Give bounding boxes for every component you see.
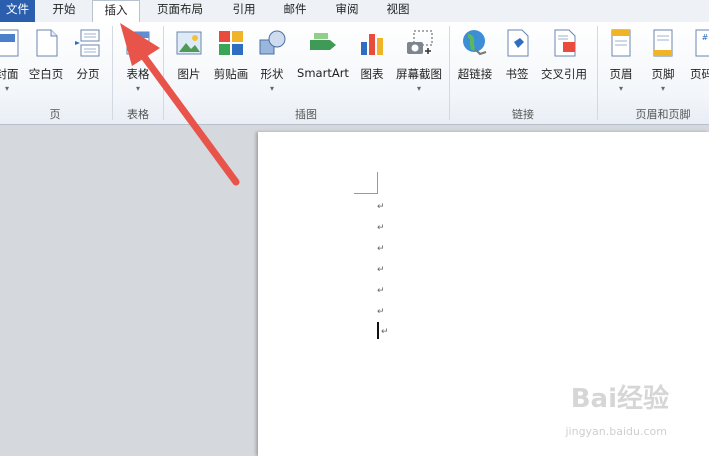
- picture-label: 图片: [177, 67, 201, 81]
- blank-page-button[interactable]: 空白页: [26, 26, 66, 96]
- group-label-header-footer: 页眉和页脚: [635, 108, 691, 121]
- chevron-down-icon: ▾: [4, 84, 9, 93]
- screenshot-icon: [407, 30, 433, 54]
- smartart-icon: [310, 33, 336, 50]
- table-label: 表格: [126, 67, 150, 81]
- shapes-label: 形状: [260, 67, 284, 81]
- tab-insert[interactable]: 插入: [92, 0, 140, 23]
- screenshot-label: 屏幕截图: [396, 67, 442, 81]
- chart-button[interactable]: 图表: [354, 26, 390, 96]
- blank-page-label: 空白页: [28, 67, 64, 81]
- tab-file[interactable]: 文件: [0, 0, 35, 22]
- footer-button[interactable]: 页脚 ▾: [646, 26, 680, 96]
- page-break-button[interactable]: 分页: [70, 26, 106, 96]
- margin-corner-mark: [354, 193, 378, 194]
- footer-icon: [653, 29, 673, 57]
- svg-text:#: #: [702, 33, 709, 42]
- paragraph-mark: ↵: [377, 244, 385, 254]
- tab-references[interactable]: 引用: [224, 0, 264, 22]
- ribbon-insert: 封面 ▾ 空白页 分页 页 表格 ▾ 表格 图片 剪贴画 形状 ▾ SmartA…: [0, 22, 709, 125]
- page-break-label: 分页: [76, 67, 100, 81]
- paragraph-mark: ↵: [377, 202, 385, 212]
- group-label-illustrations: 插图: [295, 108, 317, 121]
- group-label-links: 链接: [512, 108, 534, 121]
- clip-art-label: 剪贴画: [213, 67, 249, 81]
- margin-corner-mark: [377, 172, 378, 194]
- paragraph-mark: ↵: [381, 327, 389, 337]
- group-separator: [112, 26, 113, 120]
- tab-home[interactable]: 开始: [44, 0, 84, 22]
- chevron-down-icon: ▾: [618, 84, 623, 93]
- cover-page-label: 封面: [0, 67, 19, 81]
- watermark-url: jingyan.baidu.com: [565, 425, 667, 438]
- smartart-label: SmartArt: [297, 66, 349, 80]
- tab-mailings[interactable]: 邮件: [275, 0, 315, 22]
- table-icon: [126, 31, 150, 55]
- hyperlink-button[interactable]: 超链接: [454, 26, 496, 96]
- paragraph-mark: ↵: [377, 265, 385, 275]
- bookmark-label: 书签: [505, 67, 529, 81]
- chevron-down-icon: ▾: [416, 84, 421, 93]
- cover-page-icon: [0, 29, 19, 57]
- header-icon: [611, 29, 631, 57]
- page-number-label: 页码: [690, 67, 709, 81]
- watermark-brand: Bai经验: [570, 384, 669, 414]
- page-number-icon: #: [695, 29, 709, 57]
- footer-label: 页脚: [651, 67, 675, 81]
- group-label-pages: 页: [49, 108, 61, 121]
- chart-icon: [361, 34, 383, 55]
- screenshot-button[interactable]: 屏幕截图 ▾: [392, 26, 446, 96]
- chart-label: 图表: [360, 67, 384, 81]
- clip-art-button[interactable]: 剪贴画: [210, 26, 252, 96]
- shapes-icon: [259, 30, 286, 55]
- bookmark-icon: [507, 29, 529, 57]
- cross-reference-label: 交叉引用: [541, 67, 587, 81]
- page-number-button[interactable]: # 页码: [688, 26, 709, 96]
- group-label-tables: 表格: [127, 108, 149, 121]
- paragraph-mark: ↵: [377, 307, 385, 317]
- paragraph-mark: ↵: [377, 286, 385, 296]
- header-button[interactable]: 页眉 ▾: [604, 26, 638, 96]
- chevron-down-icon: ▾: [660, 84, 665, 93]
- cross-reference-button[interactable]: 交叉引用: [538, 26, 590, 96]
- shapes-button[interactable]: 形状 ▾: [254, 26, 290, 96]
- smartart-button[interactable]: SmartArt: [294, 26, 352, 96]
- picture-button[interactable]: 图片: [170, 26, 208, 96]
- tab-view[interactable]: 视图: [378, 0, 418, 22]
- chevron-down-icon: ▾: [269, 84, 274, 93]
- paragraph-mark: ↵: [377, 223, 385, 233]
- picture-icon: [176, 31, 202, 55]
- table-button[interactable]: 表格 ▾: [118, 26, 158, 96]
- bookmark-button[interactable]: 书签: [500, 26, 534, 96]
- clip-art-icon: [219, 31, 243, 55]
- blank-page-icon: [36, 29, 58, 57]
- cross-reference-icon: [554, 29, 576, 57]
- text-cursor: [377, 322, 379, 339]
- globe-icon: [463, 30, 487, 56]
- tab-page-layout[interactable]: 页面布局: [148, 0, 212, 22]
- chevron-down-icon: ▾: [135, 84, 140, 93]
- tab-review[interactable]: 审阅: [327, 0, 367, 22]
- page-break-icon: [75, 29, 100, 57]
- ribbon-tab-bar: 文件 开始 插入 页面布局 引用 邮件 审阅 视图: [0, 0, 709, 23]
- header-label: 页眉: [609, 67, 633, 81]
- hyperlink-label: 超链接: [457, 67, 493, 81]
- cover-page-button[interactable]: 封面 ▾: [0, 26, 24, 96]
